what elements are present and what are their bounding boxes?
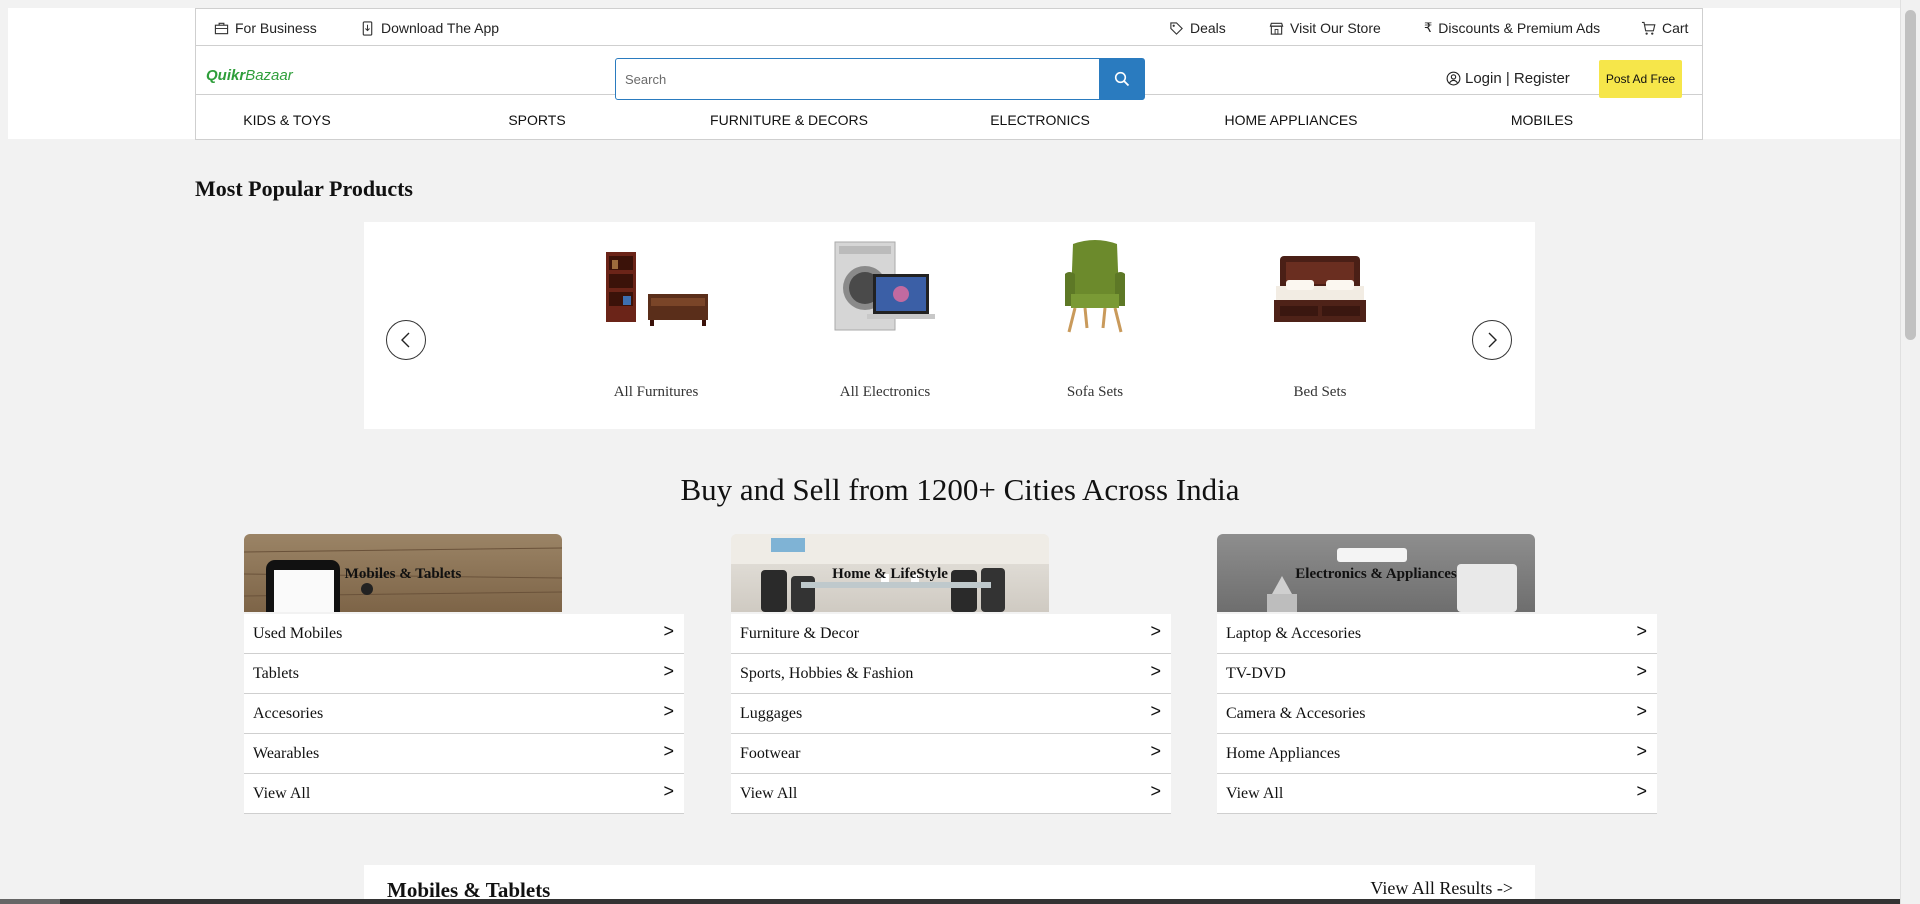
category-banner[interactable]: Mobiles & Tablets <box>244 534 562 612</box>
bed-image <box>1260 234 1380 344</box>
category-link-luggages[interactable]: Luggages > <box>731 694 1171 734</box>
category-link-view-all[interactable]: View All > <box>1217 774 1657 814</box>
product-card-furnitures[interactable]: All Furnitures <box>576 234 736 401</box>
category-list: Used Mobiles > Tablets > Accesories > Weara… <box>244 614 684 814</box>
chevron-left-icon <box>401 332 410 348</box>
rupee-icon: ₹ <box>1424 20 1433 35</box>
category-list: Laptop & Accesories > TV-DVD > Camera & Ac… <box>1217 614 1657 814</box>
deals-label: Deals <box>1190 20 1226 36</box>
category-link-camera-accesories[interactable]: Camera & Accesories > <box>1217 694 1657 734</box>
category-link-furniture-decor[interactable]: Furniture & Decor > <box>731 614 1171 654</box>
chevron-right-icon: > <box>663 781 674 801</box>
deals-link[interactable]: Deals <box>1169 20 1226 36</box>
chevron-right-icon: > <box>1636 781 1647 801</box>
popular-products-carousel: All Furnitures All Electronics Sofa Sets… <box>364 222 1535 429</box>
tag-icon <box>1170 21 1183 35</box>
chevron-right-icon: > <box>663 741 674 761</box>
login-register-link[interactable]: Login | Register <box>1446 70 1570 87</box>
search-input[interactable] <box>616 59 1099 99</box>
category-link-accesories[interactable]: Accesories > <box>244 694 684 734</box>
category-link-tablets[interactable]: Tablets > <box>244 654 684 694</box>
chevron-right-icon: > <box>663 661 674 681</box>
download-app-icon <box>362 20 373 36</box>
sofa-image <box>1035 234 1155 344</box>
carousel-prev-button[interactable] <box>386 320 426 360</box>
view-all-results-link[interactable]: View All Results -> <box>1370 878 1513 899</box>
nav-item-mobiles[interactable]: MOBILES <box>1511 112 1573 128</box>
chevron-right-icon: > <box>663 701 674 721</box>
category-banner[interactable]: Home & LifeStyle <box>731 534 1049 612</box>
chevron-right-icon: > <box>1150 661 1161 681</box>
top-bar: For Business Download The App Deals Visi… <box>196 9 1702 46</box>
category-nav: KIDS & TOYS SPORTS FURNITURE & DECORS EL… <box>196 96 1702 140</box>
discounts-link[interactable]: ₹ Discounts & Premium Ads <box>1424 20 1600 36</box>
store-icon <box>1269 22 1284 35</box>
category-link-laptop-accesories[interactable]: Laptop & Accesories > <box>1217 614 1657 654</box>
nav-item-home-appliances[interactable]: HOME APPLIANCES <box>1224 112 1357 128</box>
category-banner[interactable]: Electronics & Appliances <box>1217 534 1535 612</box>
nav-item-sports[interactable]: SPORTS <box>508 112 565 128</box>
product-label: All Furnitures <box>613 384 699 400</box>
category-link-view-all[interactable]: View All > <box>731 774 1171 814</box>
chevron-right-icon: > <box>1636 661 1647 681</box>
product-card-sofa-sets[interactable]: Sofa Sets <box>1015 234 1175 401</box>
chevron-right-icon: > <box>1150 701 1161 721</box>
main-header-bar: QuikrBazaar Login | Register Post Ad Fre… <box>196 46 1702 100</box>
category-banner-title: Home & LifeStyle <box>832 566 948 582</box>
briefcase-icon <box>214 22 229 34</box>
product-label: All Electronics <box>839 384 931 400</box>
discounts-label: Discounts & Premium Ads <box>1438 20 1601 36</box>
category-link-tv-dvd[interactable]: TV-DVD > <box>1217 654 1657 694</box>
visit-store-label: Visit Our Store <box>1290 20 1381 36</box>
search-bar <box>615 58 1145 100</box>
search-button[interactable] <box>1099 59 1144 99</box>
chevron-right-icon <box>1488 332 1497 348</box>
chevron-right-icon: > <box>663 621 674 641</box>
category-link-sports-hobbies-fashion[interactable]: Sports, Hobbies & Fashion > <box>731 654 1171 694</box>
scrollbar-thumb[interactable] <box>1905 10 1916 340</box>
category-link-wearables[interactable]: Wearables > <box>244 734 684 774</box>
cart-icon <box>1641 21 1656 35</box>
category-link-footwear[interactable]: Footwear > <box>731 734 1171 774</box>
download-app-link[interactable]: Download The App <box>360 20 499 36</box>
product-label: Sofa Sets <box>1066 384 1124 400</box>
quikr-bazaar-logo[interactable]: QuikrBazaar <box>206 67 293 84</box>
carousel-next-button[interactable] <box>1472 320 1512 360</box>
download-app-label: Download The App <box>381 20 500 36</box>
bottom-edge-strip <box>0 899 1900 904</box>
product-card-bed-sets[interactable]: Bed Sets <box>1240 234 1400 401</box>
chevron-right-icon: > <box>1150 781 1161 801</box>
for-business-label: For Business <box>235 20 317 36</box>
chevron-right-icon: > <box>1636 621 1647 641</box>
page-scrollbar[interactable] <box>1900 0 1920 904</box>
nav-item-furniture-decors[interactable]: FURNITURE & DECORS <box>710 112 868 128</box>
category-link-home-appliances[interactable]: Home Appliances > <box>1217 734 1657 774</box>
category-banner-title: Mobiles & Tablets <box>344 566 462 582</box>
cart-label: Cart <box>1662 20 1689 36</box>
most-popular-title: Most Popular Products <box>195 176 413 201</box>
product-card-electronics[interactable]: All Electronics <box>805 234 965 401</box>
category-list: Furniture & Decor > Sports, Hobbies & Fas… <box>731 614 1171 814</box>
product-label: Bed Sets <box>1293 384 1347 400</box>
chevron-right-icon: > <box>1636 701 1647 721</box>
nav-item-electronics[interactable]: ELECTRONICS <box>990 112 1090 128</box>
category-link-view-all[interactable]: View All > <box>244 774 684 814</box>
chevron-right-icon: > <box>1636 741 1647 761</box>
login-register-label: Login | Register <box>1465 70 1570 87</box>
cities-heading: Buy and Sell from 1200+ Cities Across In… <box>680 472 1240 507</box>
furniture-image <box>596 234 716 344</box>
user-icon <box>1446 71 1461 86</box>
category-link-used-mobiles[interactable]: Used Mobiles > <box>244 614 684 654</box>
site-header: For Business Download The App Deals Visi… <box>195 8 1703 140</box>
category-banner-title: Electronics & Appliances <box>1295 566 1457 582</box>
search-icon <box>1114 71 1130 87</box>
visit-store-link[interactable]: Visit Our Store <box>1269 20 1381 36</box>
chevron-right-icon: > <box>1150 741 1161 761</box>
chevron-right-icon: > <box>1150 621 1161 641</box>
post-ad-button[interactable]: Post Ad Free <box>1599 60 1682 98</box>
for-business-link[interactable]: For Business <box>214 20 317 36</box>
nav-item-kids-toys[interactable]: KIDS & TOYS <box>243 112 330 128</box>
electronics-image <box>825 234 945 344</box>
cart-link[interactable]: Cart <box>1641 20 1688 36</box>
